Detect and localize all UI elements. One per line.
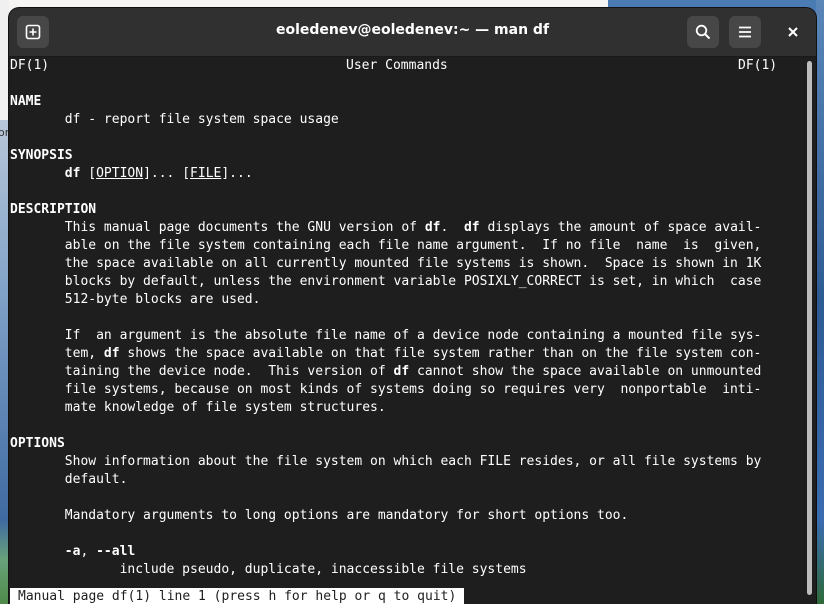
- search-icon: [695, 24, 711, 40]
- close-button[interactable]: [777, 16, 809, 48]
- section-heading-name: NAME: [10, 94, 42, 109]
- synopsis-sep3: ]...: [221, 166, 253, 181]
- man-header-center: User Commands: [346, 58, 448, 73]
- opt-a-sep: ,: [80, 544, 97, 559]
- man-header-left: DF(1): [10, 58, 50, 73]
- desc-p2-l3-a: taining the device node. This version of: [10, 364, 394, 379]
- desc-p2-l2-c: shows the space available on that file s…: [119, 346, 762, 361]
- description-line-3: the space available on all currently mou…: [10, 256, 762, 271]
- option-all-description: include pseudo, duplicate, inaccessible …: [10, 562, 527, 577]
- desc-p2-l3-c: cannot show the space available on unmou…: [409, 364, 762, 379]
- description-line-1: This manual page documents the GNU versi…: [10, 219, 762, 237]
- synopsis-line: df [OPTION]... [FILE]...: [10, 165, 253, 183]
- synopsis-sep1: [: [80, 166, 97, 181]
- description-p2-line-4: file systems, because on most kinds of s…: [10, 382, 762, 397]
- desc-l1-cmd1: df: [424, 220, 441, 235]
- description-line-4: blocks by default, unless the environmen…: [10, 274, 762, 289]
- close-icon: [788, 27, 798, 37]
- desc-l1-e: displays the amount of space avail-: [479, 220, 762, 235]
- options-line-1: Show information about the file system o…: [10, 454, 762, 469]
- opt-a-short: -a: [64, 544, 81, 559]
- desc-p2-l2-cmd: df: [103, 346, 120, 361]
- hamburger-menu-icon: [739, 26, 751, 38]
- pager-status-bar: Manual page df(1) line 1 (press h for he…: [10, 588, 465, 604]
- option-all-line: -a, --all: [10, 543, 135, 561]
- desc-l1-c: .: [440, 220, 464, 235]
- terminal-content[interactable]: DF(1) User Commands DF(1) NAME df - repo…: [9, 57, 805, 604]
- vertical-scrollbar[interactable]: [805, 57, 816, 604]
- description-p2-line-5: mate knowledge of file system structures…: [10, 400, 386, 415]
- description-p2-line-2: tem, df shows the space available on tha…: [10, 345, 762, 363]
- section-heading-synopsis: SYNOPSIS: [10, 148, 73, 163]
- desktop-background-left: [0, 0, 9, 604]
- desc-p2-l2-a: tem,: [10, 346, 104, 361]
- synopsis-option: OPTION: [96, 166, 144, 181]
- description-line-5: 512-byte blocks are used.: [10, 292, 261, 307]
- description-line-2: able on the file system containing each …: [10, 238, 762, 253]
- name-text: df - report file system space usage: [10, 112, 339, 127]
- desc-l1-cmd2: df: [463, 220, 480, 235]
- desktop-background-right: [816, 0, 824, 604]
- desc-p2-l3-cmd: df: [393, 364, 410, 379]
- desc-l1-a: This manual page documents the GNU versi…: [10, 220, 425, 235]
- description-p2-line-3: taining the device node. This version of…: [10, 363, 762, 381]
- synopsis-indent: [10, 166, 65, 181]
- man-header-right: DF(1): [738, 58, 778, 73]
- options-line-2: default.: [10, 472, 128, 487]
- synopsis-sep2: ]... [: [143, 166, 191, 181]
- section-heading-options: OPTIONS: [10, 436, 65, 451]
- title-bar: eoledenev@eoledenev:~ — man df: [9, 8, 816, 57]
- scrollbar-thumb[interactable]: [807, 61, 812, 595]
- search-button[interactable]: [687, 16, 719, 48]
- synopsis-command: df: [64, 166, 81, 181]
- main-menu-button[interactable]: [729, 16, 761, 48]
- opt-a-indent: [10, 544, 65, 559]
- options-line-3: Mandatory arguments to long options are …: [10, 508, 629, 523]
- synopsis-file: FILE: [190, 166, 222, 181]
- description-p2-line-1: If an argument is the absolute file name…: [10, 328, 762, 343]
- terminal-window: eoledenev@eoledenev:~ — man df DF(1) Use…: [9, 8, 816, 604]
- background-window-text: or: [0, 126, 10, 139]
- section-heading-description: DESCRIPTION: [10, 202, 97, 217]
- opt-a-long: --all: [96, 544, 136, 559]
